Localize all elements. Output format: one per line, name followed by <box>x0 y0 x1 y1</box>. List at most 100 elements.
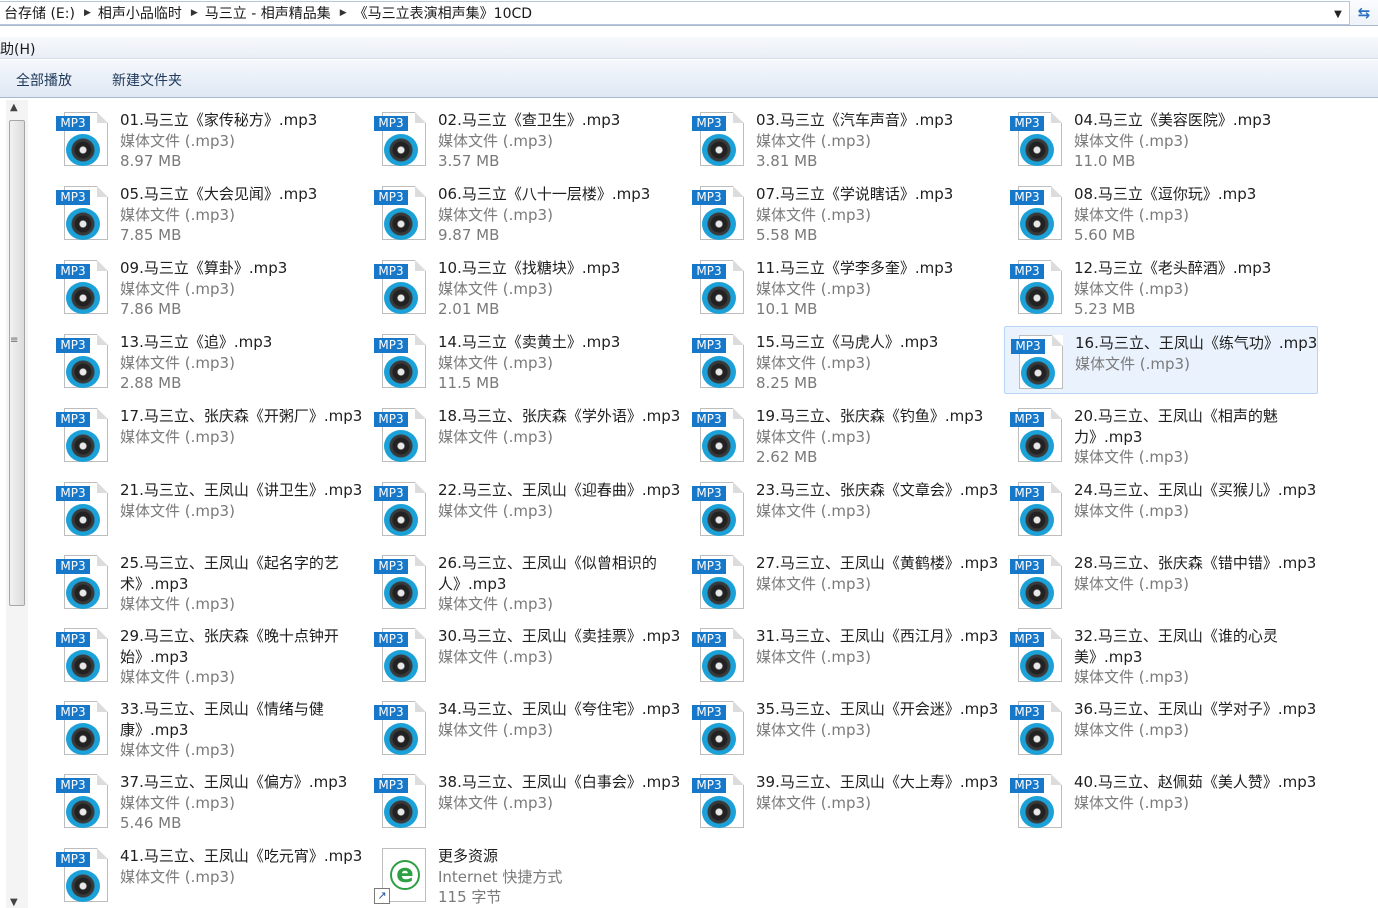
file-type: 媒体文件 (.mp3) <box>120 501 235 520</box>
breadcrumb-folder-temp[interactable]: 相声小品临时 <box>94 3 188 23</box>
file-details: 03.马三立《汽车声音》.mp3 媒体文件 (.mp3) 3.81 MB <box>756 110 1000 172</box>
file-item[interactable]: MP3 23.马三立、张庆森《文章会》.mp3 媒体文件 (.mp3) <box>686 474 1000 542</box>
file-item[interactable]: MP3 21.马三立、王凤山《讲卫生》.mp3 媒体文件 (.mp3) <box>50 474 364 542</box>
mp3-file-icon: MP3 <box>1011 335 1065 391</box>
mp3-file-icon: MP3 <box>56 628 110 684</box>
file-item[interactable]: MP3 31.马三立、王凤山《西江月》.mp3 媒体文件 (.mp3) <box>686 620 1000 688</box>
scroll-grip-icon: ≡ <box>10 335 19 346</box>
file-item[interactable]: MP3 40.马三立、赵佩茹《美人赞》.mp3 媒体文件 (.mp3) <box>1004 766 1318 834</box>
breadcrumb-folder-current[interactable]: 《马三立表演相声集》10CD <box>350 3 538 23</box>
file-size: 2.01 MB <box>438 300 500 318</box>
file-item[interactable]: MP3 39.马三立、王凤山《大上寿》.mp3 媒体文件 (.mp3) <box>686 766 1000 834</box>
file-item[interactable]: MP3 15.马三立《马虎人》.mp3 媒体文件 (.mp3) 8.25 MB <box>686 326 1000 394</box>
internet-shortcut-icon: e ↗ <box>374 848 428 904</box>
file-item[interactable]: MP3 10.马三立《找糖块》.mp3 媒体文件 (.mp3) 2.01 MB <box>368 252 682 320</box>
file-item[interactable]: MP3 09.马三立《算卦》.mp3 媒体文件 (.mp3) 7.86 MB <box>50 252 364 320</box>
file-item[interactable]: MP3 35.马三立、王凤山《开会迷》.mp3 媒体文件 (.mp3) <box>686 693 1000 761</box>
file-item[interactable]: MP3 37.马三立、王凤山《偏方》.mp3 媒体文件 (.mp3) 5.46 MB <box>50 766 364 834</box>
file-item[interactable]: MP3 16.马三立、王凤山《练气功》.mp3 媒体文件 (.mp3) <box>1004 326 1318 394</box>
file-item[interactable]: MP3 11.马三立《学李多奎》.mp3 媒体文件 (.mp3) 10.1 MB <box>686 252 1000 320</box>
mp3-file-icon: MP3 <box>374 408 428 464</box>
mp3-file-icon: MP3 <box>1010 774 1064 830</box>
file-type: 媒体文件 (.mp3) <box>120 131 235 150</box>
menu-help[interactable]: 助(H) <box>0 39 35 59</box>
file-item[interactable]: MP3 07.马三立《学说瞎话》.mp3 媒体文件 (.mp3) 5.58 MB <box>686 178 1000 246</box>
file-list: MP3 01.马三立《家传秘方》.mp3 媒体文件 (.mp3) 8.97 MB MP3… <box>50 104 1378 908</box>
file-item[interactable]: MP3 41.马三立、王凤山《吃元宵》.mp3 媒体文件 (.mp3) <box>50 840 364 908</box>
file-item[interactable]: MP3 08.马三立《逗你玩》.mp3 媒体文件 (.mp3) 5.60 MB <box>1004 178 1318 246</box>
file-item[interactable]: MP3 01.马三立《家传秘方》.mp3 媒体文件 (.mp3) 8.97 MB <box>50 104 364 172</box>
scroll-down-arrow-icon[interactable]: ▼ <box>10 897 18 908</box>
file-name: 30.马三立、王凤山《卖挂票》.mp3 <box>438 627 681 645</box>
file-details: 更多资源 Internet 快捷方式 115 字节 <box>438 846 682 908</box>
file-item[interactable]: MP3 34.马三立、王凤山《夸住宅》.mp3 媒体文件 (.mp3) <box>368 693 682 761</box>
breadcrumb-drive[interactable]: 台存储 (E:) <box>0 3 81 23</box>
file-name: 10.马三立《找糖块》.mp3 <box>438 259 621 277</box>
file-item[interactable]: MP3 14.马三立《卖黄土》.mp3 媒体文件 (.mp3) 11.5 MB <box>368 326 682 394</box>
file-item[interactable]: MP3 06.马三立《八十一层楼》.mp3 媒体文件 (.mp3) 9.87 MB <box>368 178 682 246</box>
file-item[interactable]: MP3 26.马三立、王凤山《似曾相识的人》.mp3 媒体文件 (.mp3) <box>368 547 682 615</box>
file-item[interactable]: MP3 19.马三立、张庆森《钓鱼》.mp3 媒体文件 (.mp3) 2.62 MB <box>686 400 1000 468</box>
file-item[interactable]: MP3 36.马三立、王凤山《学对子》.mp3 媒体文件 (.mp3) <box>1004 693 1318 761</box>
file-item[interactable]: MP3 24.马三立、王凤山《买猴儿》.mp3 媒体文件 (.mp3) <box>1004 474 1318 542</box>
file-details: 20.马三立、王凤山《相声的魅力》.mp3 媒体文件 (.mp3) <box>1074 406 1318 468</box>
file-name: 38.马三立、王凤山《白事会》.mp3 <box>438 773 681 791</box>
file-item[interactable]: MP3 38.马三立、王凤山《白事会》.mp3 媒体文件 (.mp3) <box>368 766 682 834</box>
file-details: 04.马三立《美容医院》.mp3 媒体文件 (.mp3) 11.0 MB <box>1074 110 1318 172</box>
breadcrumb-separator-icon[interactable]: ▶ <box>337 8 350 18</box>
play-all-button[interactable]: 全部播放 <box>16 70 72 90</box>
vertical-scrollbar[interactable]: ▲ ≡ ▼ <box>6 100 28 908</box>
file-details: 21.马三立、王凤山《讲卫生》.mp3 媒体文件 (.mp3) <box>120 480 364 521</box>
file-details: 19.马三立、张庆森《钓鱼》.mp3 媒体文件 (.mp3) 2.62 MB <box>756 406 1000 468</box>
file-item[interactable]: MP3 27.马三立、王凤山《黄鹤楼》.mp3 媒体文件 (.mp3) <box>686 547 1000 615</box>
refresh-icon[interactable]: ⇆ <box>1353 2 1375 24</box>
mp3-file-icon: MP3 <box>1010 186 1064 242</box>
mp3-file-icon: MP3 <box>56 260 110 316</box>
file-details: 40.马三立、赵佩茹《美人赞》.mp3 媒体文件 (.mp3) <box>1074 772 1318 813</box>
file-item[interactable]: MP3 12.马三立《老头醉酒》.mp3 媒体文件 (.mp3) 5.23 MB <box>1004 252 1318 320</box>
scroll-thumb[interactable] <box>9 120 25 606</box>
file-item[interactable]: MP3 02.马三立《查卫生》.mp3 媒体文件 (.mp3) 3.57 MB <box>368 104 682 172</box>
mp3-file-icon: MP3 <box>56 408 110 464</box>
new-folder-button[interactable]: 新建文件夹 <box>112 70 182 90</box>
breadcrumb-separator-icon[interactable]: ▶ <box>81 8 94 18</box>
file-item[interactable]: MP3 33.马三立、王凤山《情绪与健康》.mp3 媒体文件 (.mp3) <box>50 693 364 761</box>
file-item[interactable]: MP3 04.马三立《美容医院》.mp3 媒体文件 (.mp3) 11.0 MB <box>1004 104 1318 172</box>
mp3-file-icon: MP3 <box>56 482 110 538</box>
file-name: 07.马三立《学说瞎话》.mp3 <box>756 185 954 203</box>
file-item[interactable]: MP3 25.马三立、王凤山《起名字的艺术》.mp3 媒体文件 (.mp3) <box>50 547 364 615</box>
breadcrumb-folder-collection[interactable]: 马三立 - 相声精品集 <box>201 3 337 23</box>
file-item[interactable]: MP3 03.马三立《汽车声音》.mp3 媒体文件 (.mp3) 3.81 MB <box>686 104 1000 172</box>
mp3-file-icon: MP3 <box>374 186 428 242</box>
file-item[interactable]: MP3 13.马三立《追》.mp3 媒体文件 (.mp3) 2.88 MB <box>50 326 364 394</box>
mp3-file-icon: MP3 <box>692 112 746 168</box>
file-size: 7.85 MB <box>120 226 182 244</box>
file-item[interactable]: MP3 17.马三立、张庆森《开粥厂》.mp3 媒体文件 (.mp3) <box>50 400 364 468</box>
mp3-file-icon: MP3 <box>1010 482 1064 538</box>
mp3-file-icon: MP3 <box>56 774 110 830</box>
file-item[interactable]: MP3 22.马三立、王凤山《迎春曲》.mp3 媒体文件 (.mp3) <box>368 474 682 542</box>
file-details: 12.马三立《老头醉酒》.mp3 媒体文件 (.mp3) 5.23 MB <box>1074 258 1318 320</box>
mp3-file-icon: MP3 <box>1010 260 1064 316</box>
breadcrumb[interactable]: 台存储 (E:) ▶ 相声小品临时 ▶ 马三立 - 相声精品集 ▶ 《马三立表演… <box>0 1 1350 25</box>
breadcrumb-separator-icon[interactable]: ▶ <box>188 8 201 18</box>
file-name: 20.马三立、王凤山《相声的魅力》.mp3 <box>1074 407 1278 446</box>
file-item[interactable]: MP3 18.马三立、张庆森《学外语》.mp3 媒体文件 (.mp3) <box>368 400 682 468</box>
file-name: 29.马三立、张庆森《晚十点钟开始》.mp3 <box>120 627 339 666</box>
file-item[interactable]: MP3 20.马三立、王凤山《相声的魅力》.mp3 媒体文件 (.mp3) <box>1004 400 1318 468</box>
file-item[interactable]: MP3 32.马三立、王凤山《谁的心灵美》.mp3 媒体文件 (.mp3) <box>1004 620 1318 688</box>
file-item[interactable]: MP3 29.马三立、张庆森《晚十点钟开始》.mp3 媒体文件 (.mp3) <box>50 620 364 688</box>
file-item[interactable]: MP3 28.马三立、张庆森《错中错》.mp3 媒体文件 (.mp3) <box>1004 547 1318 615</box>
file-type: 媒体文件 (.mp3) <box>1075 354 1190 373</box>
file-name: 37.马三立、王凤山《偏方》.mp3 <box>120 773 348 791</box>
file-details: 24.马三立、王凤山《买猴儿》.mp3 媒体文件 (.mp3) <box>1074 480 1318 521</box>
file-details: 38.马三立、王凤山《白事会》.mp3 媒体文件 (.mp3) <box>438 772 682 813</box>
file-item[interactable]: MP3 30.马三立、王凤山《卖挂票》.mp3 媒体文件 (.mp3) <box>368 620 682 688</box>
mp3-file-icon: MP3 <box>692 334 746 390</box>
scroll-up-arrow-icon[interactable]: ▲ <box>10 102 18 113</box>
file-details: 11.马三立《学李多奎》.mp3 媒体文件 (.mp3) 10.1 MB <box>756 258 1000 320</box>
chevron-down-icon[interactable]: ▼ <box>1329 4 1347 24</box>
file-item[interactable]: MP3 05.马三立《大会见闻》.mp3 媒体文件 (.mp3) 7.85 MB <box>50 178 364 246</box>
file-item[interactable]: e ↗ 更多资源 Internet 快捷方式 115 字节 <box>368 840 682 908</box>
mp3-file-icon: MP3 <box>692 555 746 611</box>
